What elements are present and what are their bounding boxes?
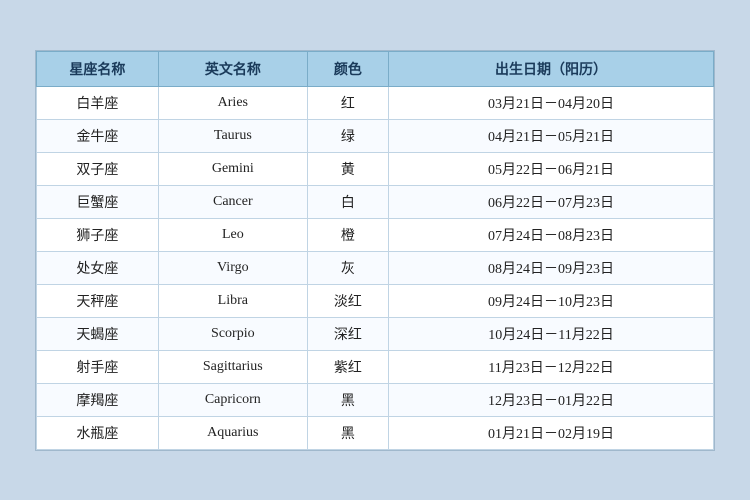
cell-english: Cancer	[158, 185, 307, 218]
cell-date: 08月24日－09月23日	[389, 251, 714, 284]
table-row: 天秤座Libra淡红09月24日－10月23日	[37, 284, 714, 317]
cell-date: 10月24日－11月22日	[389, 317, 714, 350]
table-row: 巨蟹座Cancer白06月22日－07月23日	[37, 185, 714, 218]
cell-chinese: 巨蟹座	[37, 185, 159, 218]
zodiac-table: 星座名称 英文名称 颜色 出生日期（阳历） 白羊座Aries红03月21日－04…	[36, 51, 714, 450]
cell-chinese: 金牛座	[37, 119, 159, 152]
cell-english: Virgo	[158, 251, 307, 284]
table-row: 射手座Sagittarius紫红11月23日－12月22日	[37, 350, 714, 383]
header-date: 出生日期（阳历）	[389, 51, 714, 86]
cell-english: Aries	[158, 86, 307, 119]
table-body: 白羊座Aries红03月21日－04月20日金牛座Taurus绿04月21日－0…	[37, 86, 714, 449]
header-english: 英文名称	[158, 51, 307, 86]
cell-date: 12月23日－01月22日	[389, 383, 714, 416]
cell-date: 03月21日－04月20日	[389, 86, 714, 119]
cell-color: 绿	[307, 119, 388, 152]
table-row: 天蝎座Scorpio深红10月24日－11月22日	[37, 317, 714, 350]
cell-color: 黄	[307, 152, 388, 185]
cell-date: 04月21日－05月21日	[389, 119, 714, 152]
cell-english: Libra	[158, 284, 307, 317]
table-row: 处女座Virgo灰08月24日－09月23日	[37, 251, 714, 284]
table-row: 金牛座Taurus绿04月21日－05月21日	[37, 119, 714, 152]
header-chinese: 星座名称	[37, 51, 159, 86]
cell-date: 11月23日－12月22日	[389, 350, 714, 383]
cell-chinese: 处女座	[37, 251, 159, 284]
header-color: 颜色	[307, 51, 388, 86]
table-row: 白羊座Aries红03月21日－04月20日	[37, 86, 714, 119]
cell-color: 淡红	[307, 284, 388, 317]
cell-chinese: 天秤座	[37, 284, 159, 317]
cell-date: 07月24日－08月23日	[389, 218, 714, 251]
cell-english: Sagittarius	[158, 350, 307, 383]
cell-chinese: 白羊座	[37, 86, 159, 119]
cell-color: 黑	[307, 383, 388, 416]
cell-date: 05月22日－06月21日	[389, 152, 714, 185]
cell-chinese: 狮子座	[37, 218, 159, 251]
cell-date: 06月22日－07月23日	[389, 185, 714, 218]
cell-chinese: 摩羯座	[37, 383, 159, 416]
zodiac-table-container: 星座名称 英文名称 颜色 出生日期（阳历） 白羊座Aries红03月21日－04…	[35, 50, 715, 451]
cell-color: 黑	[307, 416, 388, 449]
cell-chinese: 天蝎座	[37, 317, 159, 350]
cell-chinese: 射手座	[37, 350, 159, 383]
cell-color: 紫红	[307, 350, 388, 383]
table-row: 双子座Gemini黄05月22日－06月21日	[37, 152, 714, 185]
cell-color: 红	[307, 86, 388, 119]
cell-color: 灰	[307, 251, 388, 284]
cell-english: Taurus	[158, 119, 307, 152]
cell-chinese: 双子座	[37, 152, 159, 185]
cell-english: Capricorn	[158, 383, 307, 416]
cell-date: 09月24日－10月23日	[389, 284, 714, 317]
table-row: 摩羯座Capricorn黑12月23日－01月22日	[37, 383, 714, 416]
cell-chinese: 水瓶座	[37, 416, 159, 449]
cell-english: Scorpio	[158, 317, 307, 350]
cell-english: Aquarius	[158, 416, 307, 449]
cell-color: 白	[307, 185, 388, 218]
table-row: 狮子座Leo橙07月24日－08月23日	[37, 218, 714, 251]
cell-english: Gemini	[158, 152, 307, 185]
cell-english: Leo	[158, 218, 307, 251]
table-row: 水瓶座Aquarius黑01月21日－02月19日	[37, 416, 714, 449]
cell-color: 橙	[307, 218, 388, 251]
cell-date: 01月21日－02月19日	[389, 416, 714, 449]
cell-color: 深红	[307, 317, 388, 350]
table-header-row: 星座名称 英文名称 颜色 出生日期（阳历）	[37, 51, 714, 86]
